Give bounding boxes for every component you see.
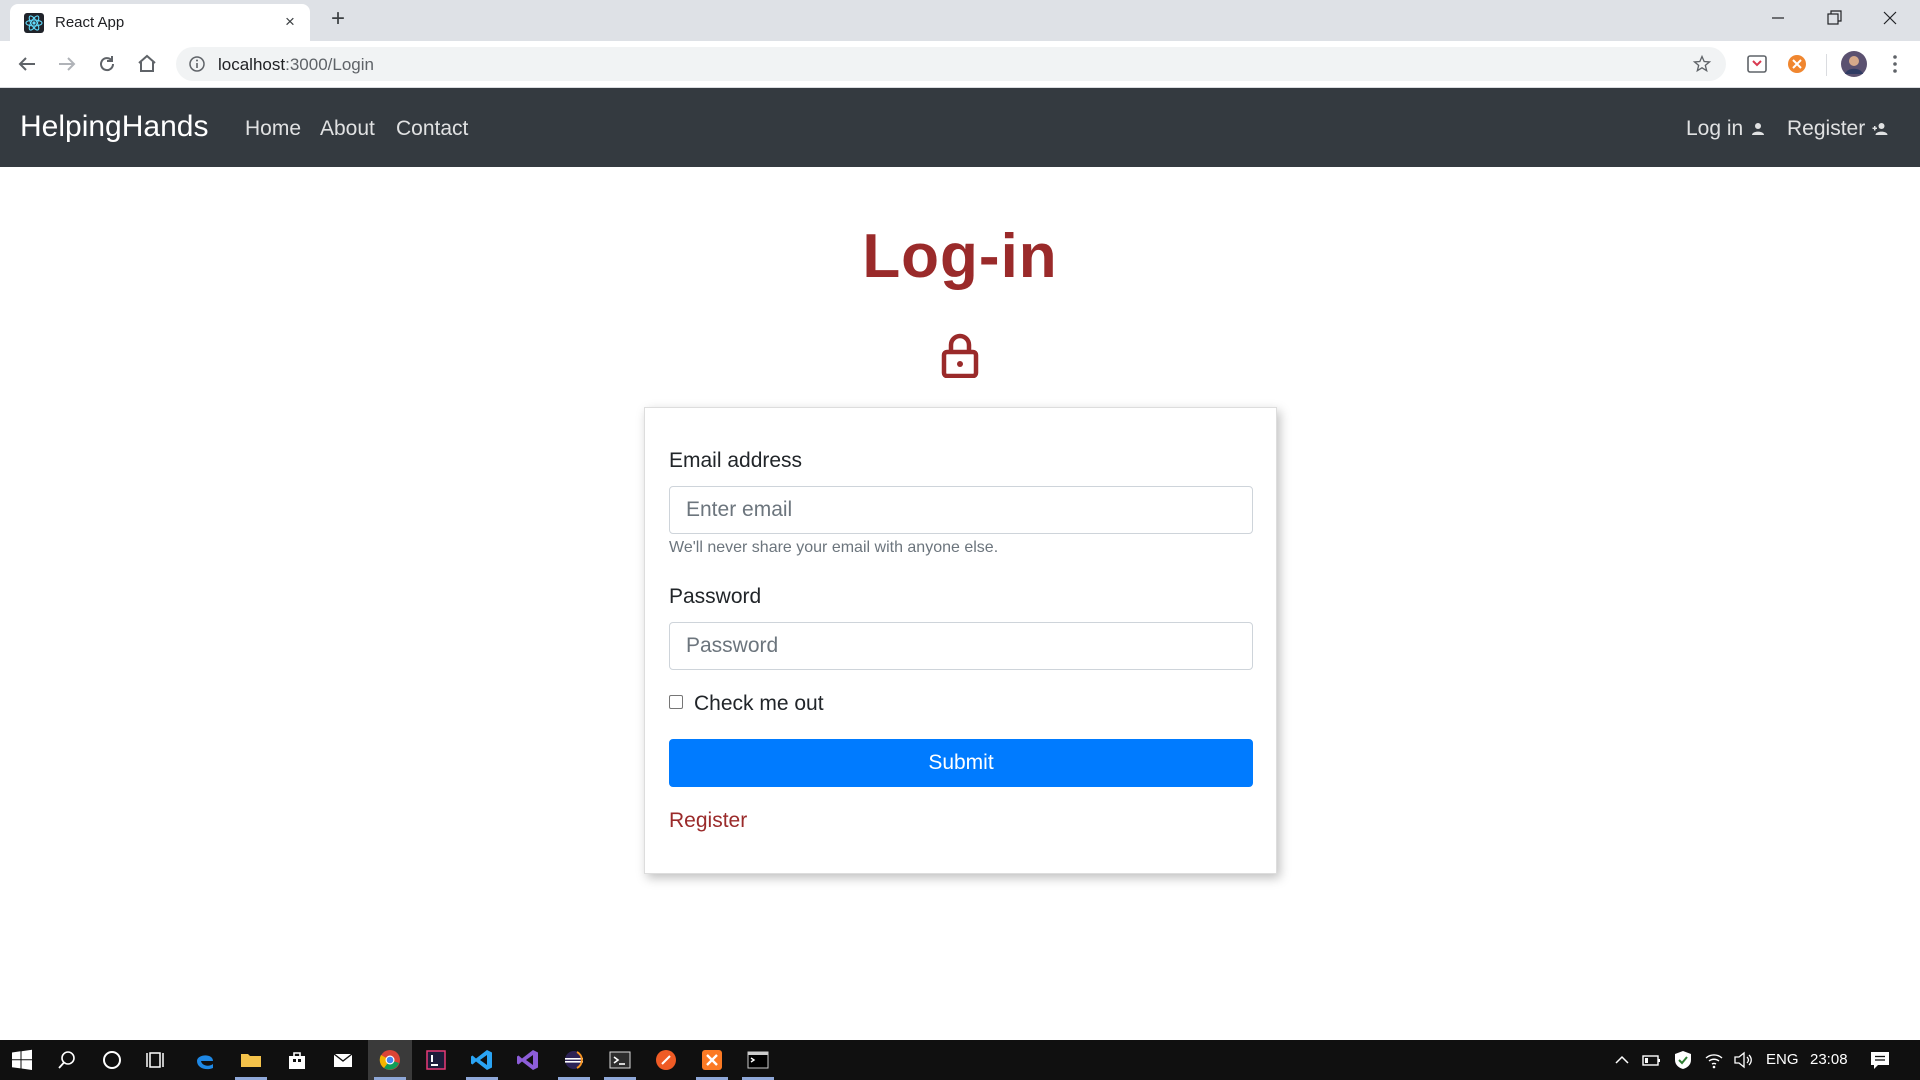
email-help-text: We'll never share your email with anyone… <box>669 539 999 556</box>
mail-icon[interactable] <box>331 1048 355 1072</box>
home-icon[interactable] <box>135 52 159 76</box>
windows-start-icon[interactable] <box>10 1048 34 1072</box>
eclipse-icon[interactable] <box>562 1048 586 1072</box>
remember-label[interactable]: Check me out <box>694 692 824 716</box>
toolbar-divider <box>1826 54 1827 76</box>
bookmark-star-icon[interactable] <box>1692 54 1712 74</box>
action-center-icon[interactable] <box>1868 1048 1892 1072</box>
address-bar[interactable]: localhost:3000/Login <box>176 47 1726 81</box>
show-hidden-icons-chevron-icon[interactable] <box>1612 1050 1632 1070</box>
profile-avatar[interactable] <box>1840 50 1868 78</box>
volume-icon[interactable] <box>1732 1049 1754 1071</box>
nav-login-link[interactable]: Log in <box>1686 117 1767 141</box>
browser-toolbar: localhost:3000/Login <box>0 41 1920 88</box>
vscode-icon[interactable] <box>470 1048 494 1072</box>
edge-icon[interactable] <box>193 1048 217 1072</box>
chrome-icon[interactable] <box>378 1048 402 1072</box>
browser-tab[interactable]: React App × <box>10 4 310 41</box>
nav-link-home[interactable]: Home <box>245 117 301 141</box>
tab-title: React App <box>55 14 125 31</box>
close-window-icon[interactable] <box>1878 6 1902 30</box>
nav-login-label: Log in <box>1686 117 1744 140</box>
language-indicator[interactable]: ENG <box>1766 1051 1799 1068</box>
app-navbar: HelpingHands Home About Contact Log in R… <box>0 88 1920 167</box>
terminal-icon[interactable] <box>608 1048 632 1072</box>
address-url[interactable]: localhost:3000/Login <box>218 55 374 75</box>
windows-taskbar: ENG 23:08 <box>0 1040 1920 1080</box>
remember-checkbox[interactable] <box>669 695 683 709</box>
email-label: Email address <box>669 449 803 472</box>
brand-logo[interactable]: HelpingHands <box>20 110 208 144</box>
search-icon[interactable] <box>55 1048 79 1072</box>
browser-menu-icon[interactable] <box>1883 52 1907 76</box>
store-icon[interactable] <box>285 1048 309 1072</box>
url-host: localhost <box>218 55 286 74</box>
submit-button[interactable]: Submit <box>669 739 1253 787</box>
cortana-icon[interactable] <box>100 1048 124 1072</box>
xampp-icon[interactable] <box>700 1048 724 1072</box>
nav-link-about[interactable]: About <box>320 117 375 141</box>
reload-icon[interactable] <box>95 52 119 76</box>
password-label: Password <box>669 585 762 608</box>
intellij-icon[interactable] <box>424 1048 448 1072</box>
email-field[interactable] <box>669 486 1253 534</box>
lock-icon <box>941 333 979 378</box>
add-user-icon <box>1872 123 1888 135</box>
new-tab-button[interactable]: + <box>326 7 350 32</box>
security-shield-icon[interactable] <box>1672 1049 1694 1071</box>
back-arrow-icon[interactable] <box>15 52 39 76</box>
battery-icon[interactable] <box>1640 1049 1662 1071</box>
file-explorer-icon[interactable] <box>239 1048 263 1072</box>
minimize-icon[interactable] <box>1766 6 1790 30</box>
extension-orange-icon[interactable] <box>1785 52 1809 76</box>
login-form-card: Email address We'll never share your ema… <box>644 407 1277 874</box>
page-title: Log-in <box>862 222 1058 291</box>
browser-tab-strip: React App × + <box>0 0 1920 41</box>
pocket-extension-icon[interactable] <box>1745 52 1769 76</box>
task-view-icon[interactable] <box>145 1048 169 1072</box>
nav-register-label: Register <box>1787 117 1866 140</box>
clock[interactable]: 23:08 <box>1810 1051 1848 1068</box>
tab-close-icon[interactable]: × <box>280 12 300 32</box>
register-link[interactable]: Register <box>669 809 747 833</box>
react-favicon-icon <box>24 13 44 33</box>
password-field[interactable] <box>669 622 1253 670</box>
wifi-icon[interactable] <box>1703 1049 1725 1071</box>
user-icon <box>1752 123 1765 135</box>
nav-link-contact[interactable]: Contact <box>396 117 468 141</box>
site-info-icon[interactable] <box>188 55 206 73</box>
restore-icon[interactable] <box>1822 6 1846 30</box>
command-prompt-icon[interactable] <box>746 1048 770 1072</box>
postman-icon[interactable] <box>654 1048 678 1072</box>
nav-register-link[interactable]: Register <box>1787 117 1889 141</box>
visual-studio-icon[interactable] <box>516 1048 540 1072</box>
forward-arrow-icon[interactable] <box>55 52 79 76</box>
url-path: :3000/Login <box>285 55 374 74</box>
